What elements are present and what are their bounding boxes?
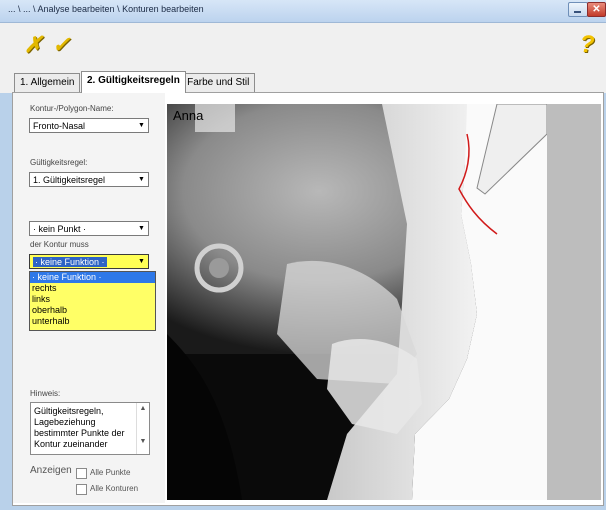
funktion-select[interactable]: · keine Funktion · ▼ [29,254,149,269]
regel-value: 1. Gültigkeitsregel [33,175,106,185]
help-icon[interactable]: ? [580,33,595,57]
patient-name: Anna [173,108,204,123]
dropdown-option-keine-funktion[interactable]: · keine Funktion · [30,272,155,283]
anzeigen-label: Anzeigen [30,465,72,476]
regel-select[interactable]: 1. Gültigkeitsregel ▼ [29,172,149,187]
dropdown-option-oberhalb[interactable]: oberhalb [30,305,155,316]
chevron-down-icon[interactable]: ▼ [135,173,148,186]
minimize-icon [574,11,581,13]
hinweis-text: Gültigkeitsregeln, Lagebeziehung bestimm… [34,406,125,449]
chevron-down-icon[interactable]: ▼ [135,119,148,132]
dropdown-option-links[interactable]: links [30,294,155,305]
chevron-down-icon[interactable]: ▼ [135,255,148,268]
tab-strip: 1. Allgemein 2. Gültigkeitsregeln 3. Far… [0,67,606,93]
punkt-value: · kein Punkt · [33,224,87,234]
alle-punkte-checkbox[interactable] [76,468,87,479]
tab-allgemein[interactable]: 1. Allgemein [14,73,81,92]
window-title: ... \ ... \ Analyse bearbeiten \ Konture… [8,4,204,14]
chevron-down-icon[interactable]: ▼ [135,222,148,235]
dropdown-option-rechts[interactable]: rechts [30,283,155,294]
alle-punkte-label: Alle Punkte [90,468,131,477]
tab-gueltigkeitsregeln[interactable]: 2. Gültigkeitsregeln [81,71,186,93]
funktion-value: · keine Funktion · [33,257,107,267]
cancel-icon[interactable]: ✗ [24,34,42,56]
regel-label: Gültigkeitsregel: [30,158,88,167]
hinweis-textbox[interactable]: Gültigkeitsregeln, Lagebeziehung bestimm… [30,402,150,455]
image-side-margin [547,104,601,500]
close-button[interactable]: ✕ [587,2,606,17]
kontur-name-value: Fronto-Nasal [33,121,86,131]
kontur-muss-label: der Kontur muss [30,240,89,249]
toolbar: ✗ ✓ ? [0,23,606,67]
kontur-name-label: Kontur-/Polygon-Name: [30,104,114,113]
hinweis-scrollbar[interactable]: ▲ ▼ [136,403,149,454]
punkt-select[interactable]: · kein Punkt · ▼ [29,221,149,236]
xray-drawing [167,104,547,500]
cephalometric-xray-image[interactable] [167,104,547,500]
close-icon: ✕ [592,4,601,15]
minimize-button[interactable] [568,2,588,17]
hinweis-label: Hinweis: [30,389,61,398]
dropdown-option-unterhalb[interactable]: unterhalb [30,316,155,327]
kontur-name-select[interactable]: Fronto-Nasal ▼ [29,118,149,133]
alle-konturen-checkbox[interactable] [76,484,87,495]
title-bar: ... \ ... \ Analyse bearbeiten \ Konture… [0,0,606,23]
alle-konturen-label: Alle Konturen [90,484,139,493]
ok-icon[interactable]: ✓ [52,34,70,56]
funktion-dropdown-list: · keine Funktion · rechts links oberhalb… [29,271,156,331]
